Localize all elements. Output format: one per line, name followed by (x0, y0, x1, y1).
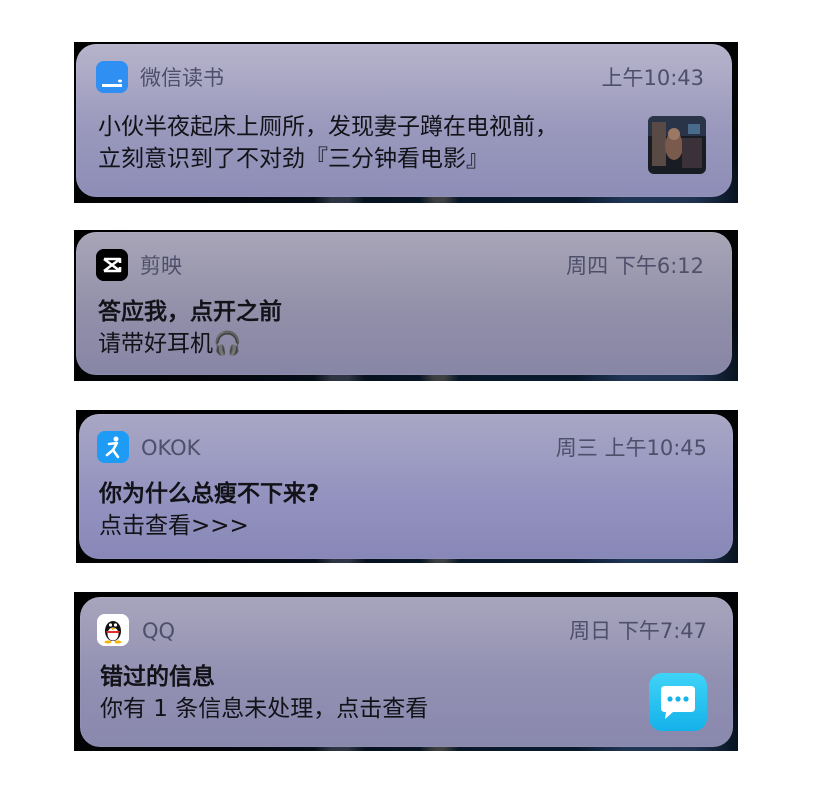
okok-icon (97, 431, 129, 463)
notification-header: 剪映 周四 下午6:12 (76, 232, 732, 294)
notification-header: QQ 周日 下午7:47 (80, 597, 733, 659)
notification-title: 你为什么总瘦不下来? (99, 481, 320, 507)
notification-time: 周日 下午7:47 (569, 619, 707, 643)
notification-thumbnail (648, 116, 706, 174)
weread-icon (96, 61, 128, 93)
notification-body: 错过的信息 你有 1 条信息未处理，点击查看 (100, 661, 428, 725)
notification-line-2: 立刻意识到了不对劲『三分钟看电影』 (98, 146, 489, 172)
notification-title: 错过的信息 (100, 664, 215, 690)
notification-body: 你为什么总瘦不下来? 点击查看>>> (99, 478, 319, 542)
notification-title: 答应我，点开之前 (98, 299, 282, 325)
notification-card-okok[interactable]: OKOK 周三 上午10:45 你为什么总瘦不下来? 点击查看>>> (79, 414, 733, 559)
notification-time: 周四 下午6:12 (566, 254, 704, 278)
notification-time: 上午10:43 (601, 66, 704, 90)
chat-bubble-icon (649, 673, 707, 731)
notification-body: 答应我，点开之前 请带好耳机🎧 (98, 296, 282, 360)
notification-line-2: 你有 1 条信息未处理，点击查看 (100, 696, 429, 722)
notification-card-capcut[interactable]: 剪映 周四 下午6:12 答应我，点开之前 请带好耳机🎧 (76, 232, 732, 375)
qq-penguin-icon (97, 614, 129, 646)
app-name: 微信读书 (140, 66, 224, 90)
app-name: 剪映 (140, 254, 182, 278)
notification-card-qq[interactable]: QQ 周日 下午7:47 错过的信息 你有 1 条信息未处理，点击查看 (80, 597, 733, 747)
notification-line-1: 小伙半夜起床上厕所，发现妻子蹲在电视前， (98, 114, 558, 140)
notification-card-weread[interactable]: 微信读书 上午10:43 小伙半夜起床上厕所，发现妻子蹲在电视前， 立刻意识到了… (76, 44, 732, 197)
notification-time: 周三 上午10:45 (555, 436, 707, 460)
app-name: OKOK (141, 436, 201, 460)
notification-line-2: 请带好耳机🎧 (98, 331, 242, 357)
notification-line-2: 点击查看>>> (99, 513, 249, 539)
notification-body: 小伙半夜起床上厕所，发现妻子蹲在电视前， 立刻意识到了不对劲『三分钟看电影』 (98, 111, 558, 175)
notification-header: 微信读书 上午10:43 (76, 44, 732, 106)
capcut-icon (96, 249, 128, 281)
app-name: QQ (142, 619, 176, 643)
notification-header: OKOK 周三 上午10:45 (79, 414, 733, 476)
